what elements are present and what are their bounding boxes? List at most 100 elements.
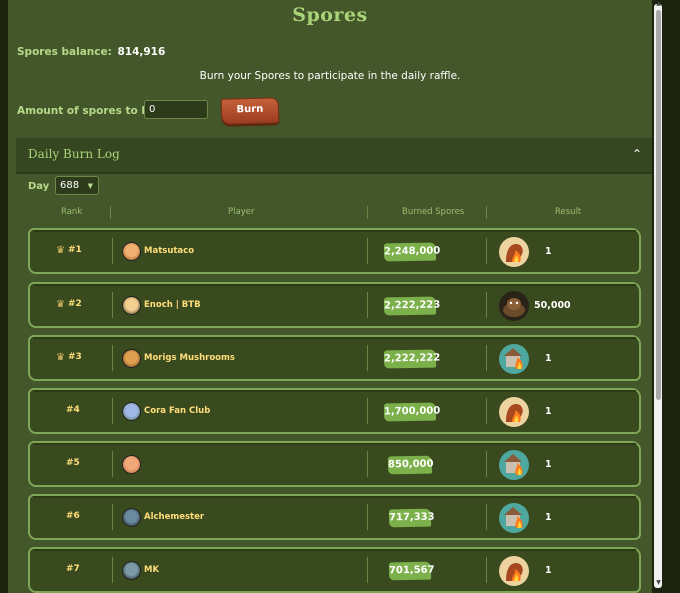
rank-cell: ♛ #2: [56, 299, 82, 310]
caret-down-icon: ▼: [87, 182, 93, 190]
avatar[interactable]: [122, 508, 141, 527]
player-name[interactable]: Morigs Mushrooms: [144, 353, 235, 363]
result-value: 1: [545, 246, 552, 257]
result-value: 1: [545, 512, 552, 523]
mushroom-fire-icon: [499, 556, 529, 586]
cell-divider: [367, 398, 368, 424]
cell-divider: [486, 238, 487, 264]
scroll-up-icon[interactable]: ▲: [654, 0, 663, 7]
rank-cell: #5: [66, 458, 80, 468]
rank-cell: #6: [66, 511, 80, 521]
cell-divider: [112, 292, 113, 318]
player-name[interactable]: Cora Fan Club: [144, 406, 210, 416]
cell-divider: [367, 557, 368, 583]
player-name[interactable]: Matsutaco: [144, 246, 194, 256]
day-select[interactable]: 688 ▼: [55, 176, 99, 195]
balance-value: 814,916: [117, 46, 166, 58]
result-value: 1: [545, 459, 552, 470]
cell-divider: [367, 238, 368, 264]
burned-spores-badge: 717,333: [388, 508, 435, 528]
col-burned: Burned Spores: [402, 207, 465, 217]
burned-spores-badge: 2,248,000: [383, 242, 440, 262]
amount-input[interactable]: 0: [144, 100, 208, 119]
spores-panel: Spores Spores balance: 814,916 Burn your…: [8, 0, 652, 593]
rank-cell: ♛ #3: [56, 352, 82, 363]
player-name[interactable]: Alchemester: [144, 512, 204, 522]
avatar[interactable]: [122, 349, 141, 368]
avatar[interactable]: [122, 242, 141, 261]
col-divider: [486, 206, 487, 219]
cell-divider: [112, 238, 113, 264]
spore-pile-icon: [499, 291, 529, 321]
result-value: 1: [545, 406, 552, 417]
log-title: Daily Burn Log: [28, 147, 120, 161]
cell-divider: [112, 504, 113, 530]
burn-button[interactable]: Burn: [220, 97, 280, 125]
cell-divider: [112, 345, 113, 371]
cell-divider: [486, 451, 487, 477]
burned-spores-badge: 1,700,000: [383, 402, 440, 422]
day-label: Day: [28, 181, 50, 192]
scrollbar-thumb[interactable]: [656, 10, 661, 400]
table-row: #7 MK 701,567 1: [28, 547, 641, 593]
house-fire-icon: [499, 503, 529, 533]
cell-divider: [367, 451, 368, 477]
player-name[interactable]: Enoch | BTB: [144, 300, 201, 310]
table-row: #4 Cora Fan Club 1,700,000 1: [28, 388, 641, 434]
chevron-up-icon[interactable]: ⌃: [632, 147, 642, 161]
rank-text: #6: [66, 511, 80, 521]
table-row: #6 Alchemester 717,333 1: [28, 494, 641, 540]
crown-icon: ♛: [56, 245, 65, 256]
crown-icon: ♛: [56, 299, 65, 310]
rank-text: #2: [67, 299, 82, 309]
cell-divider: [486, 345, 487, 371]
avatar[interactable]: [122, 402, 141, 421]
table-row: ♛ #3 Morigs Mushrooms 2,222,222 1: [28, 335, 641, 381]
table-row: #5 850,000 1: [28, 441, 641, 487]
cell-divider: [486, 398, 487, 424]
scroll-down-icon[interactable]: ▼: [654, 579, 663, 586]
rank-text: #5: [66, 458, 80, 468]
spores-balance: Spores balance: 814,916: [17, 46, 165, 58]
mushroom-fire-icon: [499, 237, 529, 267]
rank-text: #1: [67, 245, 82, 255]
table-row: ♛ #1 Matsutaco 2,248,000 1: [28, 228, 641, 274]
cell-divider: [486, 504, 487, 530]
col-rank: Rank: [61, 207, 83, 217]
burn-instructions: Burn your Spores to participate in the d…: [199, 70, 461, 82]
avatar[interactable]: [122, 296, 141, 315]
burned-spores-badge: 2,222,223: [383, 296, 440, 316]
cell-divider: [112, 451, 113, 477]
rank-cell: #4: [66, 405, 80, 415]
player-name[interactable]: MK: [144, 565, 159, 575]
col-player: Player: [228, 207, 255, 217]
rank-text: #7: [66, 564, 80, 574]
cell-divider: [367, 504, 368, 530]
house-fire-icon: [499, 344, 529, 374]
result-value: 50,000: [534, 300, 571, 311]
col-divider: [367, 206, 368, 219]
rank-text: #3: [67, 352, 82, 362]
cell-divider: [112, 557, 113, 583]
rank-text: #4: [66, 405, 80, 415]
cell-divider: [367, 292, 368, 318]
crown-icon: ♛: [56, 352, 65, 363]
day-value: 688: [60, 180, 80, 191]
table-row: ♛ #2 Enoch | BTB 2,222,223 50,000: [28, 282, 641, 328]
rank-cell: ♛ #1: [56, 245, 82, 256]
house-fire-icon: [499, 450, 529, 480]
cell-divider: [486, 292, 487, 318]
avatar[interactable]: [122, 455, 141, 474]
balance-label: Spores balance:: [17, 46, 112, 58]
result-value: 1: [545, 565, 552, 576]
result-value: 1: [545, 353, 552, 364]
mushroom-fire-icon: [499, 397, 529, 427]
daily-burn-log-header[interactable]: Daily Burn Log ⌃: [16, 138, 652, 174]
avatar[interactable]: [122, 561, 141, 580]
burned-spores-badge: 701,567: [388, 561, 435, 581]
col-result: Result: [555, 207, 582, 217]
burned-spores-badge: 850,000: [387, 455, 434, 475]
cell-divider: [367, 345, 368, 371]
burned-spores-badge: 2,222,222: [383, 349, 440, 369]
cell-divider: [486, 557, 487, 583]
